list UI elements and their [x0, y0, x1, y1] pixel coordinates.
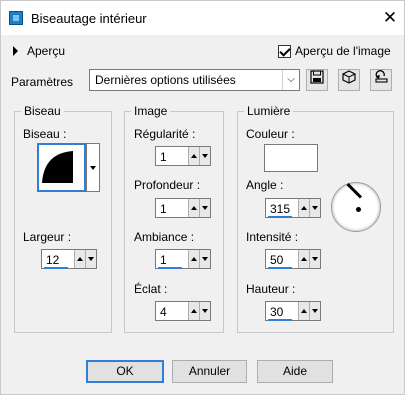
angle-value: 315 — [270, 202, 291, 216]
preset-select-value: Dernières options utilisées — [95, 73, 236, 87]
regularite-spinner[interactable]: 1 — [155, 146, 211, 166]
eclat-spinner[interactable]: 4 — [155, 301, 211, 321]
intensite-spinner[interactable]: 50 — [265, 249, 321, 269]
spin-down-button[interactable] — [309, 302, 320, 320]
spin-up-button[interactable] — [188, 147, 199, 165]
spin-down-button[interactable] — [199, 250, 210, 268]
help-button[interactable]: Aide — [257, 360, 333, 383]
reset-button[interactable] — [370, 69, 392, 91]
params-label: Paramètres — [11, 75, 74, 89]
profondeur-spinner[interactable]: 1 — [155, 198, 211, 218]
spin-up-button[interactable] — [188, 302, 199, 320]
ok-button[interactable]: OK — [86, 360, 164, 383]
hauteur-value: 30 — [270, 305, 284, 319]
profondeur-value: 1 — [160, 202, 167, 216]
bevel-shape-icon — [42, 151, 73, 183]
bevel-preview[interactable] — [37, 143, 86, 192]
save-preset-button[interactable] — [306, 69, 328, 91]
intensite-label: Intensité : — [246, 230, 299, 244]
intensite-value: 50 — [270, 253, 284, 267]
spin-up-button[interactable] — [298, 250, 309, 268]
chevron-down-icon[interactable]: ⌵ — [282, 70, 299, 90]
width-spinner[interactable]: 12 — [41, 249, 97, 269]
bevel-dialog: Biseautage intérieur ✕ Aperçu Aperçu de … — [0, 0, 405, 395]
focus-underline — [44, 267, 68, 269]
expand-triangle-icon — [13, 46, 18, 56]
eclat-value: 4 — [160, 305, 167, 319]
focus-underline — [268, 216, 292, 218]
profondeur-label: Profondeur : — [134, 178, 201, 192]
spin-down-button[interactable] — [309, 250, 320, 268]
angle-spinner[interactable]: 315 — [265, 198, 321, 218]
spin-up-button[interactable] — [298, 302, 309, 320]
ambiance-value: 1 — [160, 253, 167, 267]
light-color-swatch[interactable] — [264, 144, 318, 172]
spin-up-button[interactable] — [298, 199, 309, 217]
focus-underline — [158, 267, 182, 269]
lumiere-group-title: Lumière — [244, 104, 294, 118]
preview-toggle-label: Aperçu — [27, 44, 66, 58]
hauteur-spinner[interactable]: 30 — [265, 301, 321, 321]
image-group: Image — [124, 104, 224, 333]
close-icon[interactable]: ✕ — [379, 7, 401, 29]
app-icon — [9, 11, 23, 25]
preset-select[interactable]: Dernières options utilisées ⌵ — [89, 69, 300, 91]
spin-up-button[interactable] — [188, 199, 199, 217]
biseau-group-title: Biseau — [21, 104, 64, 118]
bevel-label: Biseau : — [23, 127, 67, 141]
ambiance-spinner[interactable]: 1 — [155, 249, 211, 269]
chevron-down-icon — [90, 166, 96, 170]
ambiance-label: Ambiance : — [134, 230, 195, 244]
eclat-label: Éclat : — [134, 282, 168, 296]
focus-underline — [268, 319, 292, 321]
regularite-value: 1 — [160, 150, 167, 164]
save-icon — [310, 70, 324, 84]
checkbox-check-icon[interactable] — [278, 44, 291, 58]
angle-dial-needle — [346, 183, 363, 199]
spin-down-button[interactable] — [199, 147, 210, 165]
spin-up-button[interactable] — [188, 250, 199, 268]
couleur-label: Couleur : — [246, 127, 295, 141]
window-title: Biseautage intérieur — [31, 11, 147, 26]
width-label: Largeur : — [23, 230, 72, 244]
image-preview-label: Aperçu de l'image — [295, 44, 391, 58]
angle-dial[interactable] — [331, 182, 381, 232]
image-group-title: Image — [131, 104, 171, 118]
cancel-button[interactable]: Annuler — [172, 360, 247, 383]
regularite-label: Régularité : — [134, 127, 196, 141]
angle-dial-knob — [356, 207, 361, 212]
spin-down-button[interactable] — [309, 199, 320, 217]
reset-icon — [375, 70, 388, 83]
angle-label: Angle : — [246, 178, 284, 192]
spin-down-button[interactable] — [199, 302, 210, 320]
spin-up-button[interactable] — [74, 250, 85, 268]
randomize-button[interactable] — [338, 69, 360, 91]
dice-icon — [342, 70, 356, 84]
focus-underline — [268, 267, 292, 269]
spin-down-button[interactable] — [85, 250, 96, 268]
bevel-dropdown-button[interactable] — [86, 143, 100, 192]
title-bar: Biseautage intérieur ✕ — [1, 1, 404, 35]
width-value: 12 — [46, 253, 60, 267]
hauteur-label: Hauteur : — [246, 282, 296, 296]
preview-toggle[interactable]: Aperçu — [13, 44, 65, 58]
image-preview-checkbox[interactable]: Aperçu de l'image — [278, 44, 391, 58]
spin-down-button[interactable] — [199, 199, 210, 217]
